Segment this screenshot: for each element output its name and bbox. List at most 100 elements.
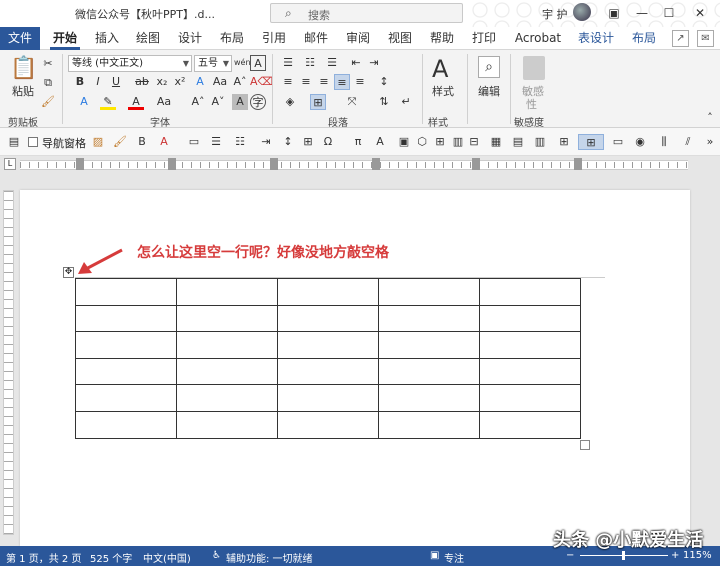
- tab-table-design[interactable]: 表设计: [574, 27, 618, 50]
- focus-mode[interactable]: 专注: [444, 550, 464, 565]
- shading-icon[interactable]: ◈: [282, 94, 298, 110]
- line-spacing-icon[interactable]: ↕: [280, 134, 296, 150]
- word-count[interactable]: 525 个字: [90, 550, 132, 565]
- table-cell[interactable]: [176, 384, 278, 412]
- tab-design[interactable]: 设计: [173, 27, 207, 50]
- document-table[interactable]: [75, 278, 581, 439]
- chart-icon[interactable]: ▥: [450, 134, 466, 150]
- table-cell[interactable]: [378, 331, 480, 359]
- comment-icon[interactable]: ✉: [697, 30, 714, 47]
- chinese-layout-icon[interactable]: ⤧: [344, 94, 360, 110]
- numbering-icon[interactable]: ☷: [302, 55, 318, 71]
- strikethrough-icon[interactable]: ab: [134, 74, 150, 90]
- tab-print[interactable]: 打印: [467, 27, 501, 50]
- paste-label[interactable]: 粘贴: [12, 83, 34, 99]
- column-marker[interactable]: [574, 158, 582, 170]
- list-icon[interactable]: ☰: [208, 134, 224, 150]
- enclose-char-icon[interactable]: 字: [250, 94, 266, 110]
- text-effects-icon[interactable]: A: [76, 94, 92, 110]
- sensitivity-icon[interactable]: [523, 56, 545, 80]
- chevron-up-icon[interactable]: ˄: [702, 110, 718, 126]
- paste-icon[interactable]: ▨: [90, 134, 106, 150]
- tab-file[interactable]: 文件: [0, 27, 40, 50]
- tab-references[interactable]: 引用: [257, 27, 291, 50]
- table-cell[interactable]: [479, 278, 581, 306]
- line-spacing-icon[interactable]: ↕: [376, 74, 392, 90]
- zoom-thumb[interactable]: [622, 551, 625, 560]
- tab-mailings[interactable]: 邮件: [299, 27, 333, 50]
- font-color-icon[interactable]: A: [128, 94, 144, 110]
- change-case-icon[interactable]: Aa: [212, 74, 228, 90]
- highlight-icon[interactable]: ✎: [100, 94, 116, 110]
- table-cell[interactable]: [277, 331, 379, 359]
- table-cell[interactable]: [75, 410, 177, 439]
- save-icon[interactable]: ▤: [6, 134, 22, 150]
- tab-table-layout[interactable]: 布局: [627, 27, 661, 50]
- tab-review[interactable]: 审阅: [341, 27, 375, 50]
- align-right-icon[interactable]: ≡: [316, 74, 332, 90]
- increase-indent-icon[interactable]: ⇥: [366, 55, 382, 71]
- format-painter-icon[interactable]: 🖌: [40, 94, 56, 110]
- table-cell[interactable]: [479, 384, 581, 412]
- table-cell[interactable]: [479, 304, 581, 333]
- align-icon[interactable]: ⫽: [680, 134, 696, 150]
- merge-cells-icon[interactable]: ▥: [532, 134, 548, 150]
- table-cell[interactable]: [277, 357, 379, 386]
- tab-insert[interactable]: 插入: [90, 27, 124, 50]
- shrink-font-icon[interactable]: A˅: [210, 94, 226, 110]
- column-marker[interactable]: [270, 158, 278, 170]
- table-cell[interactable]: [479, 357, 581, 386]
- align-left-icon[interactable]: ≡: [280, 74, 296, 90]
- paste-icon[interactable]: 📋: [10, 56, 37, 82]
- avatar[interactable]: [573, 3, 591, 21]
- tab-acrobat[interactable]: Acrobat: [512, 27, 564, 50]
- tab-home[interactable]: 开始: [48, 27, 82, 50]
- italic-icon[interactable]: I: [90, 74, 106, 90]
- language[interactable]: 中文(中国): [143, 550, 191, 565]
- indent-icon[interactable]: ⇥: [258, 134, 274, 150]
- char-border-icon[interactable]: A: [250, 55, 266, 71]
- table-cell[interactable]: [479, 331, 581, 359]
- column-marker[interactable]: [372, 158, 380, 170]
- table-cell[interactable]: [176, 357, 278, 386]
- table-rows-icon[interactable]: ▦: [488, 134, 504, 150]
- subscript-icon[interactable]: x₂: [154, 74, 170, 90]
- table-cell[interactable]: [176, 304, 278, 333]
- table-cell[interactable]: [176, 278, 278, 306]
- change-case-icon[interactable]: Aa: [156, 94, 172, 110]
- ribbon-display-icon[interactable]: ▣: [604, 3, 624, 23]
- tab-stop-icon[interactable]: L: [4, 158, 16, 170]
- grow-font-icon[interactable]: A˄: [232, 74, 248, 90]
- multilevel-list-icon[interactable]: ☰: [324, 55, 340, 71]
- justify-icon[interactable]: ≡: [334, 74, 350, 90]
- nav-pane-checkbox[interactable]: [28, 137, 38, 147]
- minimize-icon[interactable]: —: [632, 3, 652, 23]
- align-center-icon[interactable]: ≡: [298, 74, 314, 90]
- vertical-ruler[interactable]: [3, 190, 14, 535]
- text-box-icon[interactable]: ▭: [186, 134, 202, 150]
- show-marks-icon[interactable]: ↵: [398, 94, 414, 110]
- table-cell[interactable]: [479, 410, 581, 439]
- circle-icon[interactable]: ◉: [632, 134, 648, 150]
- screen-icon[interactable]: ▭: [610, 134, 626, 150]
- font-color-icon[interactable]: A: [156, 134, 172, 150]
- table-borders-icon[interactable]: ⊞: [578, 134, 604, 150]
- clear-format-icon[interactable]: A⌫: [250, 74, 273, 90]
- more-icon[interactable]: »: [702, 134, 718, 150]
- styles-button-label[interactable]: 样式: [432, 83, 454, 99]
- table-cell[interactable]: [378, 384, 480, 412]
- tab-layout[interactable]: 布局: [215, 27, 249, 50]
- table-cell[interactable]: [378, 304, 480, 333]
- table-cell[interactable]: [277, 304, 379, 333]
- sensitivity-line2[interactable]: 性: [526, 96, 537, 112]
- font-size-combo[interactable]: 五号 ▼: [194, 55, 232, 72]
- bullets-icon[interactable]: ☰: [280, 55, 296, 71]
- table-move-handle-icon[interactable]: ✥: [63, 267, 74, 278]
- table-cell[interactable]: [378, 278, 480, 306]
- share-icon[interactable]: ↗: [672, 30, 689, 47]
- tab-help[interactable]: 帮助: [425, 27, 459, 50]
- user-name[interactable]: 宇 护: [542, 6, 568, 22]
- shapes-icon[interactable]: ⬡: [414, 134, 430, 150]
- copy-icon[interactable]: ⧉: [40, 75, 56, 91]
- editing-button-label[interactable]: 编辑: [478, 83, 500, 99]
